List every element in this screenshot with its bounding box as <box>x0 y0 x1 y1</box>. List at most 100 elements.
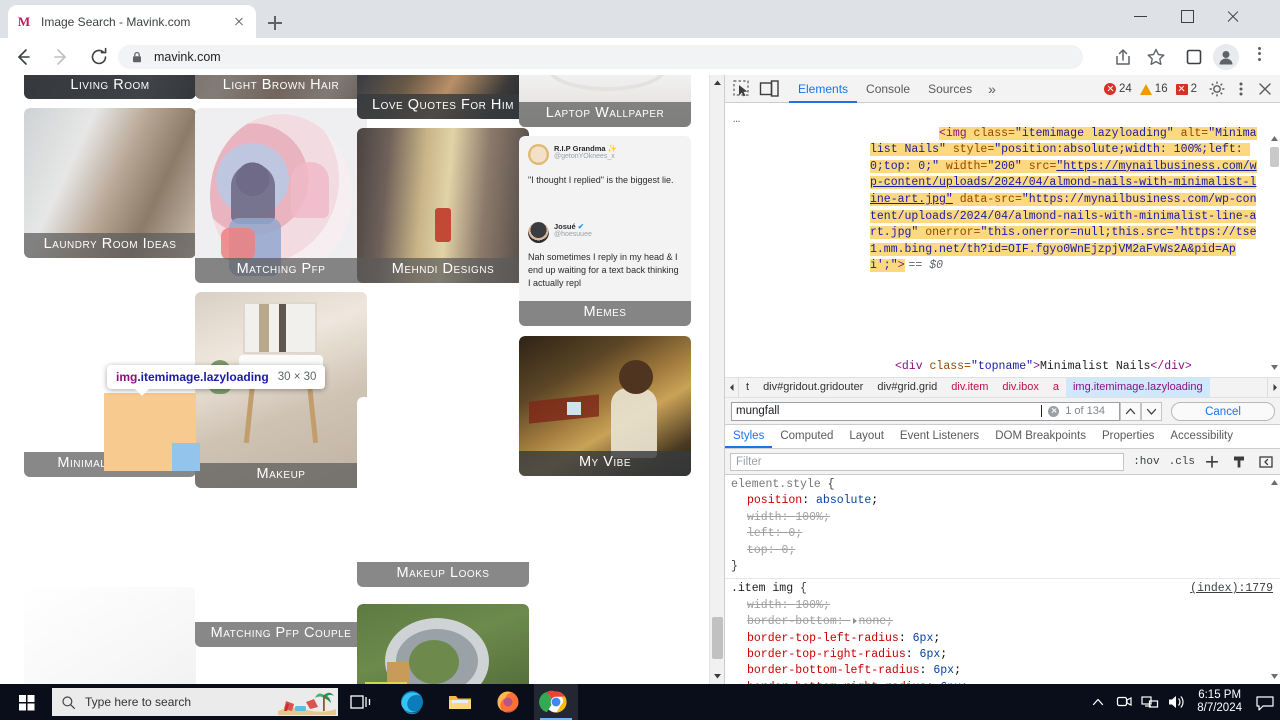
css-property[interactable]: border-top-right-radius <box>747 648 906 661</box>
breadcrumb-item[interactable]: t <box>739 378 756 397</box>
more-tabs-icon[interactable]: » <box>981 76 1003 103</box>
dom-tree-scrollbar[interactable] <box>1269 133 1280 373</box>
google-chrome-icon[interactable] <box>534 684 578 720</box>
css-property[interactable]: border-bottom-left-radius <box>747 664 920 677</box>
scroll-down-arrow-icon[interactable] <box>710 668 724 684</box>
styles-filter-input[interactable]: Filter <box>730 452 1125 471</box>
close-devtools-icon[interactable] <box>1253 76 1277 102</box>
dom-collapsed-ellipsis[interactable]: … <box>733 111 741 128</box>
css-property[interactable]: border-bottom <box>747 615 837 628</box>
taskbar-clock[interactable]: 6:15 PM 8/7/2024 <box>1189 689 1250 715</box>
grid-item[interactable]: Makeup <box>195 292 367 488</box>
chrome-menu-icon[interactable] <box>1248 44 1270 70</box>
css-property[interactable]: width <box>747 599 782 612</box>
css-source-link[interactable]: (index):1779 <box>1190 581 1273 597</box>
grid-item[interactable]: Laundry Room Ideas <box>24 108 196 258</box>
css-selector[interactable]: .item img <box>731 582 793 595</box>
network-icon[interactable] <box>1137 684 1163 720</box>
side-panel-icon[interactable] <box>1181 44 1207 70</box>
grid-item[interactable]: Minecraft Houses <box>357 604 529 684</box>
css-property[interactable]: width <box>747 511 782 524</box>
styles-scrollbar[interactable] <box>1269 477 1280 682</box>
css-value[interactable]: 100% <box>795 599 823 612</box>
camera-icon[interactable] <box>1111 684 1137 720</box>
css-rule[interactable]: .item img {(index):1779 width: 100%; bor… <box>725 579 1280 684</box>
breadcrumb-item[interactable]: a <box>1046 378 1066 397</box>
css-declaration[interactable]: border-top-left-radius: 6px; <box>725 631 1280 647</box>
grid-item[interactable]: Melanie Martinez <box>24 587 196 684</box>
css-selector[interactable]: element.style <box>731 478 821 491</box>
grid-item[interactable]: My Vibe <box>519 336 691 476</box>
tab-dom-breakpoints[interactable]: DOM Breakpoints <box>987 425 1094 448</box>
hover-state-button[interactable]: :hov <box>1133 456 1159 468</box>
address-bar[interactable]: mavink.com <box>118 45 1083 69</box>
css-declaration[interactable]: position: absolute; <box>725 493 1280 509</box>
css-property[interactable]: top <box>747 544 768 557</box>
toggle-sidebar-icon[interactable] <box>1256 452 1276 472</box>
forward-button[interactable] <box>48 44 74 70</box>
css-value[interactable]: 6px <box>933 664 954 677</box>
tab-computed[interactable]: Computed <box>772 425 841 448</box>
breadcrumb-scroll-left-icon[interactable] <box>725 378 739 397</box>
breadcrumb-item-selected[interactable]: img.itemimage.lazyloading <box>1065 378 1210 397</box>
grid-item[interactable]: Laptop Wallpaper <box>519 75 691 127</box>
dom-line-topname[interactable]: <div class="topname">Minimalist Nails</d… <box>895 359 1192 373</box>
devtools-menu-icon[interactable] <box>1229 76 1253 102</box>
tab-close-icon[interactable] <box>230 13 248 31</box>
inspect-element-icon[interactable] <box>729 76 756 102</box>
css-value[interactable]: 6px <box>920 648 941 661</box>
styles-rules-pane[interactable]: element.style { position: absolute; widt… <box>725 475 1280 684</box>
task-view-icon[interactable] <box>340 684 384 720</box>
search-input[interactable]: mungfall 1 of 134 <box>731 401 1120 421</box>
tab-elements[interactable]: Elements <box>789 76 858 103</box>
grid-item[interactable]: Mehndi Designs <box>357 128 529 283</box>
css-declaration[interactable]: border-top-right-radius: 6px; <box>725 647 1280 663</box>
device-toolbar-icon[interactable] <box>756 76 783 102</box>
selected-dom-node[interactable]: <img class="itemimage lazyloading" alt="… <box>870 109 1260 292</box>
add-rule-icon[interactable] <box>1202 452 1222 472</box>
tab-properties[interactable]: Properties <box>1094 425 1162 448</box>
tab-styles[interactable]: Styles <box>725 425 773 448</box>
grid-item[interactable]: Matching Pfp Couple <box>195 497 367 647</box>
grid-item[interactable]: Matching Pfp <box>195 108 367 283</box>
page-scrollbar-thumb[interactable] <box>712 617 723 659</box>
show-hidden-icons-icon[interactable] <box>1085 684 1111 720</box>
breadcrumb-item[interactable]: div#gridout.gridouter <box>756 378 870 397</box>
tab-console[interactable]: Console <box>857 76 919 103</box>
css-declaration[interactable]: left: 0; <box>725 526 1280 542</box>
windows-start-icon[interactable] <box>6 684 48 720</box>
grid-item[interactable]: Makeup Looks <box>357 397 529 587</box>
breadcrumb-item[interactable]: div.item <box>944 378 995 397</box>
css-property[interactable]: border-top-left-radius <box>747 632 899 645</box>
breadcrumb-item[interactable]: div.ibox <box>995 378 1045 397</box>
css-value[interactable]: none <box>859 615 887 628</box>
css-declaration[interactable]: border-bottom-left-radius: 6px; <box>725 663 1280 679</box>
dom-scroll-up-icon[interactable] <box>1269 133 1280 145</box>
css-value[interactable]: absolute <box>816 494 871 507</box>
bookmark-star-icon[interactable] <box>1143 44 1169 70</box>
print-media-icon[interactable] <box>1229 452 1249 472</box>
grid-item[interactable]: Light Brown Hair <box>195 75 367 99</box>
browser-tab[interactable]: M Image Search - Mavink.com <box>8 5 256 38</box>
dom-scroll-down-icon[interactable] <box>1269 361 1280 373</box>
css-declaration[interactable]: border-bottom: none; <box>725 614 1280 630</box>
issue-count-badge[interactable]: 2 <box>1175 83 1197 95</box>
css-declaration[interactable]: top: 0; <box>725 543 1280 559</box>
tab-sources[interactable]: Sources <box>919 76 981 103</box>
clear-search-icon[interactable] <box>1048 405 1060 417</box>
cancel-search-button[interactable]: Cancel <box>1171 401 1275 421</box>
new-tab-button[interactable] <box>262 10 288 36</box>
volume-icon[interactable] <box>1163 684 1189 720</box>
window-minimize-button[interactable] <box>1118 0 1164 32</box>
scroll-up-arrow-icon[interactable] <box>710 75 724 91</box>
page-scrollbar[interactable] <box>709 75 724 684</box>
tab-event-listeners[interactable]: Event Listeners <box>892 425 987 448</box>
file-explorer-icon[interactable] <box>438 684 482 720</box>
warning-count-badge[interactable]: 16 <box>1139 83 1168 95</box>
tab-layout[interactable]: Layout <box>841 425 892 448</box>
profile-avatar-icon[interactable] <box>1213 44 1239 70</box>
breadcrumb-scroll-right-icon[interactable] <box>1267 378 1280 397</box>
taskbar-search-box[interactable]: Type here to search <box>52 688 338 716</box>
search-next-button[interactable] <box>1141 401 1162 421</box>
microsoft-edge-icon[interactable] <box>390 684 434 720</box>
